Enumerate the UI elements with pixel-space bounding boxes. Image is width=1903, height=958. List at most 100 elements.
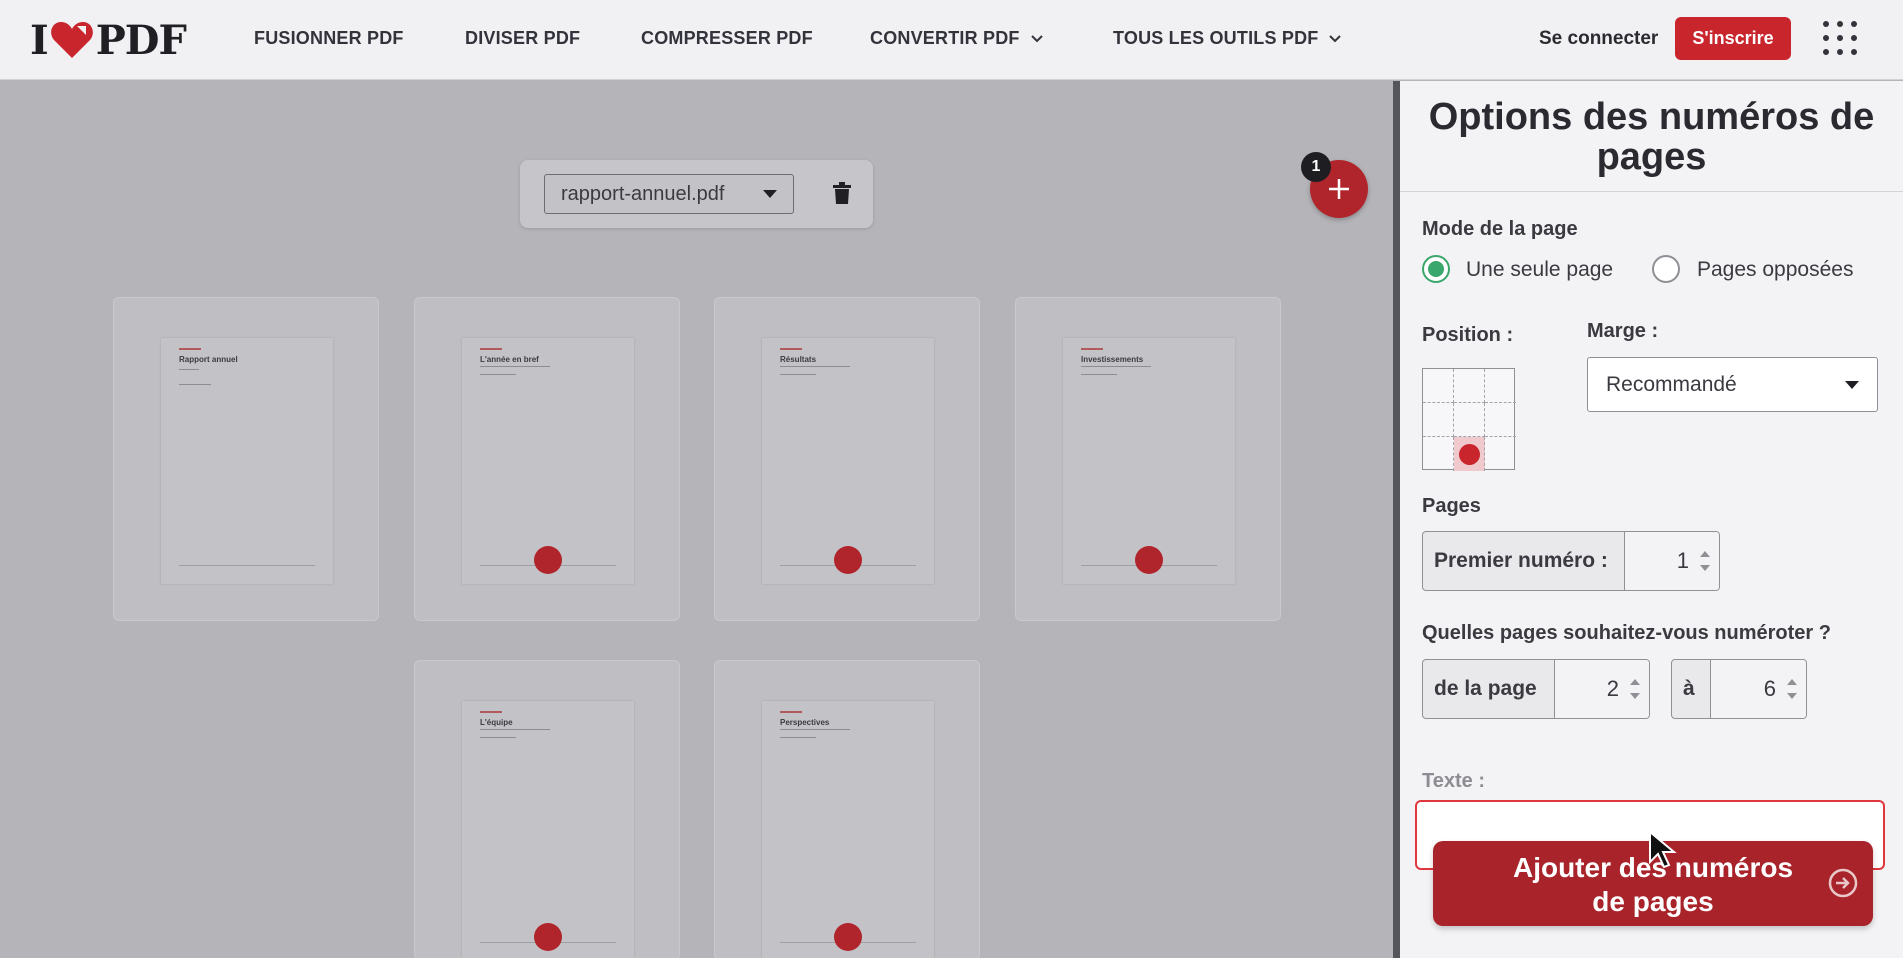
chevron-down-icon <box>1329 34 1342 42</box>
logo-i: I <box>30 16 49 64</box>
page-preview: Résultats <box>762 338 934 584</box>
first-number-input[interactable]: 1 <box>1624 532 1719 590</box>
nav-split-pdf[interactable]: DIVISER PDF <box>465 28 580 49</box>
position-top-right[interactable] <box>1485 369 1516 403</box>
page-title: Investissements <box>1081 355 1144 364</box>
page-title: Rapport annuel <box>179 355 238 364</box>
selected-position-dot <box>1459 444 1480 465</box>
page-thumbnail[interactable]: L'équipe <box>414 660 680 958</box>
nav-compress-pdf[interactable]: COMPRESSER PDF <box>641 28 813 49</box>
file-select[interactable]: rapport-annuel.pdf <box>544 174 794 214</box>
page-text-line <box>480 366 550 367</box>
top-navbar: I PDF FUSIONNER PDF DIVISER PDF COMPRESS… <box>0 0 1903 80</box>
from-page-input[interactable]: 2 <box>1554 660 1649 718</box>
nav-split-label: DIVISER PDF <box>465 28 581 48</box>
page-number-marker <box>834 923 862 951</box>
signup-button[interactable]: S'inscrire <box>1675 17 1791 60</box>
page-kicker <box>480 348 502 350</box>
which-pages-label: Quelles pages souhaitez-vous numéroter ? <box>1422 622 1831 644</box>
dropdown-arrow-icon <box>763 190 777 198</box>
page-text-line <box>480 737 516 738</box>
facing-pages-label[interactable]: Pages opposées <box>1697 258 1853 282</box>
position-middle-center[interactable] <box>1454 403 1485 437</box>
page-text-line <box>179 369 199 370</box>
page-text-line <box>780 374 816 375</box>
spinner-arrows-icon[interactable] <box>1629 674 1641 704</box>
mouse-cursor-icon <box>1649 830 1677 869</box>
position-grid[interactable] <box>1422 368 1516 471</box>
file-name: rapport-annuel.pdf <box>561 182 725 205</box>
spinner-arrows-icon[interactable] <box>1786 674 1798 704</box>
ilovepdf-logo[interactable]: I PDF <box>30 16 187 64</box>
arrow-right-circle-icon <box>1828 868 1858 898</box>
position-bottom-left[interactable] <box>1423 437 1454 471</box>
options-panel: Options des numéros de pages Mode de la … <box>1400 81 1903 958</box>
nav-convert-label: CONVERTIR PDF <box>870 28 1020 48</box>
position-bottom-center[interactable] <box>1454 437 1485 471</box>
apps-grid-icon[interactable] <box>1822 20 1858 56</box>
page-title: L'année en bref <box>480 355 539 364</box>
page-thumbnail[interactable]: Investissements <box>1015 297 1281 621</box>
page-thumbnail[interactable]: Perspectives <box>714 660 980 958</box>
to-page-value: 6 <box>1763 676 1776 701</box>
logo-pdf: PDF <box>95 16 187 64</box>
page-text-line <box>179 384 211 385</box>
divider <box>1400 191 1903 192</box>
plus-icon <box>1329 179 1349 199</box>
from-page-field[interactable]: de la page 2 <box>1422 659 1650 719</box>
to-page-field[interactable]: à 6 <box>1671 659 1807 719</box>
page-number-marker <box>534 923 562 951</box>
nav-convert-pdf[interactable]: CONVERTIR PDF <box>870 28 1044 49</box>
to-page-input[interactable]: 6 <box>1710 660 1806 718</box>
nav-merge-pdf[interactable]: FUSIONNER PDF <box>254 28 404 49</box>
page-kicker <box>179 348 201 350</box>
nav-all-tools[interactable]: TOUS LES OUTILS PDF <box>1113 28 1342 49</box>
position-middle-left[interactable] <box>1423 403 1454 437</box>
margin-select[interactable]: Recommandé <box>1587 357 1878 412</box>
radio-single-page[interactable] <box>1422 255 1450 283</box>
dropdown-arrow-icon <box>1845 380 1859 389</box>
login-link[interactable]: Se connecter <box>1539 28 1658 50</box>
page-kicker <box>480 711 502 713</box>
position-top-left[interactable] <box>1423 369 1454 403</box>
chevron-down-icon <box>1030 34 1043 42</box>
pages-label: Pages <box>1422 495 1481 517</box>
trash-icon[interactable] <box>832 182 852 204</box>
page-preview: L'année en bref <box>462 338 634 584</box>
page-title: Perspectives <box>780 718 830 727</box>
nav-all-tools-label: TOUS LES OUTILS PDF <box>1113 28 1319 48</box>
page-thumbnail[interactable]: L'année en bref <box>414 297 680 621</box>
page-number-marker <box>1135 546 1163 574</box>
page-number-marker <box>534 546 562 574</box>
first-number-label: Premier numéro : <box>1434 549 1608 572</box>
radio-facing-pages[interactable] <box>1652 255 1680 283</box>
margin-value: Recommandé <box>1606 372 1737 396</box>
page-preview: Investissements <box>1063 338 1235 584</box>
page-title: Résultats <box>780 355 817 364</box>
heart-icon <box>50 22 93 58</box>
panel-title: Options des numéros de pages <box>1428 96 1875 178</box>
position-bottom-right[interactable] <box>1485 437 1516 471</box>
page-mode-label: Mode de la page <box>1422 218 1578 240</box>
position-middle-right[interactable] <box>1485 403 1516 437</box>
page-footer-line <box>179 565 315 566</box>
page-thumbnail[interactable]: Rapport annuel <box>113 297 379 621</box>
page-kicker <box>780 711 802 713</box>
position-top-center[interactable] <box>1454 369 1485 403</box>
page-text-line <box>480 374 516 375</box>
single-page-label[interactable]: Une seule page <box>1466 258 1613 282</box>
spinner-arrows-icon[interactable] <box>1699 546 1711 576</box>
page-kicker <box>1081 348 1103 350</box>
nav-compress-label: COMPRESSER PDF <box>641 28 813 48</box>
panel-splitter[interactable] <box>1393 81 1400 958</box>
from-page-label: de la page <box>1434 677 1537 700</box>
page-thumbnail[interactable]: Résultats <box>714 297 980 621</box>
to-page-label: à <box>1683 677 1695 700</box>
file-count-badge: 1 <box>1301 152 1331 182</box>
from-page-value: 2 <box>1606 676 1619 701</box>
nav-merge-label: FUSIONNER PDF <box>254 28 404 48</box>
page-preview: Perspectives <box>762 701 934 958</box>
first-number-field[interactable]: Premier numéro : 1 <box>1422 531 1720 591</box>
page-title: L'équipe <box>480 718 513 727</box>
page-text-line <box>780 737 816 738</box>
